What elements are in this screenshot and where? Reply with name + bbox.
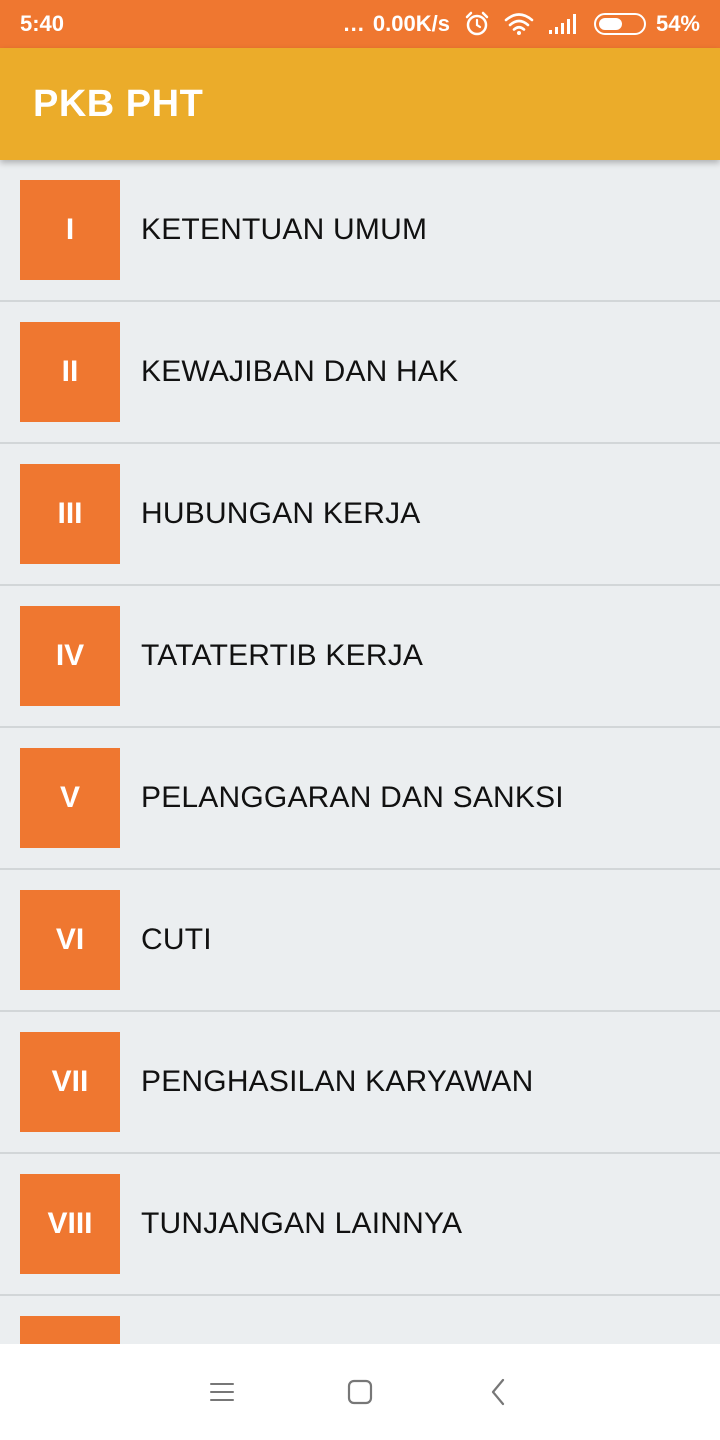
chapter-numeral-badge: [20, 1316, 120, 1344]
back-button[interactable]: [429, 1344, 567, 1440]
chapter-numeral-badge: V: [20, 748, 120, 848]
chapter-list-item[interactable]: V PELANGGARAN DAN SANKSI: [0, 728, 720, 870]
status-bar: 5:40 ... 0.00K/s 54%: [0, 0, 720, 48]
chapter-list-item[interactable]: III HUBUNGAN KERJA: [0, 444, 720, 586]
chapter-list-item[interactable]: VI CUTI: [0, 870, 720, 1012]
navigation-bar: [0, 1344, 720, 1440]
status-icons: ... 0.00K/s 54%: [344, 11, 700, 37]
battery-percent: 54%: [655, 11, 700, 36]
chapter-title: HUBUNGAN KERJA: [141, 497, 421, 530]
menu-icon: [209, 1381, 235, 1403]
chapter-list-item[interactable]: IV TATATERTIB KERJA: [0, 586, 720, 728]
chapter-list[interactable]: I KETENTUAN UMUM II KEWAJIBAN DAN HAK III HUB…: [0, 160, 720, 1344]
chapter-list-item[interactable]: VII PENGHASILAN KARYAWAN: [0, 1012, 720, 1154]
back-icon: [488, 1377, 508, 1407]
chapter-title: KEWAJIBAN DAN HAK: [141, 355, 459, 388]
chapter-list-item[interactable]: VIII TUNJANGAN LAINNYA: [0, 1154, 720, 1296]
home-icon: [346, 1378, 374, 1406]
chapter-numeral-badge: VIII: [20, 1174, 120, 1274]
chapter-numeral-badge: III: [20, 464, 120, 564]
home-button[interactable]: [291, 1344, 429, 1440]
chapter-list-item[interactable]: [0, 1296, 720, 1344]
menu-button[interactable]: [153, 1344, 291, 1440]
wifi-icon: [504, 12, 534, 36]
chapter-title: CUTI: [141, 923, 212, 956]
signal-icon: [548, 13, 580, 35]
chapter-numeral-badge: IV: [20, 606, 120, 706]
alarm-icon: [464, 11, 490, 37]
chapter-numeral-badge: VII: [20, 1032, 120, 1132]
app-bar: PKB PHT: [0, 48, 720, 160]
chapter-title: PELANGGARAN DAN SANKSI: [141, 781, 564, 814]
network-speed: 0.00K/s: [372, 11, 450, 36]
chapter-title: KETENTUAN UMUM: [141, 213, 428, 246]
chapter-numeral-badge: II: [20, 322, 120, 422]
chapter-title: TUNJANGAN LAINNYA: [141, 1207, 463, 1240]
chapter-numeral-badge: VI: [20, 890, 120, 990]
app-title: PKB PHT: [33, 82, 204, 125]
chapter-list-item[interactable]: II KEWAJIBAN DAN HAK: [0, 302, 720, 444]
chapter-title: PENGHASILAN KARYAWAN: [141, 1065, 534, 1098]
chapter-title: TATATERTIB KERJA: [141, 639, 424, 672]
status-time: 5:40: [20, 11, 65, 36]
battery-level-fill: [598, 18, 622, 30]
battery-icon: [593, 13, 646, 35]
status-more-dots: ...: [343, 11, 365, 36]
chapter-numeral-badge: I: [20, 180, 120, 280]
chapter-list-item[interactable]: I KETENTUAN UMUM: [0, 160, 720, 302]
